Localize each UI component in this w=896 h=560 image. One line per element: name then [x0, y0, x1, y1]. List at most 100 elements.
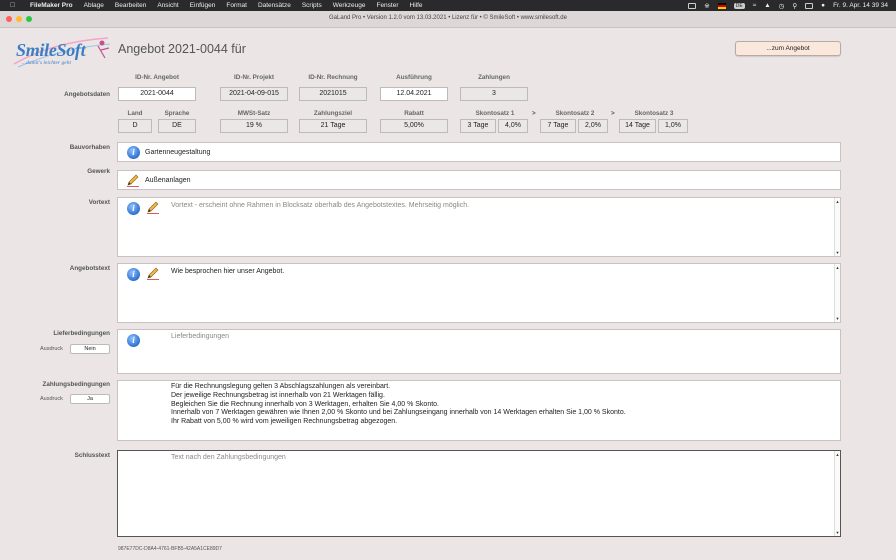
- lieferbedingungen-ausdruck-toggle[interactable]: Nein: [70, 344, 110, 354]
- zahlungsziel-field[interactable]: 21 Tage: [299, 119, 367, 133]
- smilesoft-logo: SmileSoft ...damit's leichter geht: [12, 34, 112, 70]
- header-id-angebot: ID-Nr. Angebot: [135, 74, 179, 81]
- angebotstext-label: Angebotstext: [69, 265, 110, 272]
- apple-menu-icon[interactable]: : [10, 2, 20, 9]
- header-ausfuehrung: Ausführung: [396, 74, 432, 81]
- record-id: 987E77DC-D8A4-4761-BFB5-42A5A1CE89D7: [118, 546, 222, 552]
- bauvorhaben-field[interactable]: i Gartenneugestaltung: [117, 142, 841, 162]
- angebotstext-scrollbar[interactable]: ▲ ▼: [834, 264, 840, 322]
- display-icon[interactable]: [688, 2, 697, 9]
- menu-app[interactable]: FileMaker Pro: [30, 2, 73, 9]
- menubar-status-area: ※ DE ≈ ▲ ◷ ⚲ ● Fr. 9. Apr. 14 39 34: [688, 0, 888, 11]
- page-title: Angebot 2021-0044 für: [118, 42, 246, 56]
- zahlungsbedingungen-ausdruck-toggle[interactable]: Ja: [70, 394, 110, 404]
- system-menubar:  FileMaker Pro Ablage Bearbeiten Ansich…: [0, 0, 896, 11]
- menubar-clock[interactable]: Fr. 9. Apr. 14 39 34: [833, 2, 888, 9]
- ausfuehrung-field[interactable]: 12.04.2021: [380, 87, 448, 101]
- scroll-down-icon[interactable]: ▼: [835, 250, 840, 255]
- zahlungsbedingungen-text: Für die Rechnungslegung gelten 3 Abschla…: [171, 383, 626, 427]
- angebotstext-field[interactable]: i Wie besprochen hier unser Angebot. ▲ ▼: [117, 263, 841, 323]
- vortext-scrollbar[interactable]: ▲ ▼: [834, 198, 840, 256]
- pencil-icon[interactable]: [146, 201, 160, 214]
- menu-ablage[interactable]: Ablage: [84, 2, 104, 9]
- skonto3-tage-field[interactable]: 14 Tage: [619, 119, 656, 133]
- header-zahlungen: Zahlungen: [478, 74, 510, 81]
- sprache-field[interactable]: DE: [158, 119, 196, 133]
- vortext-placeholder: Vortext - erscheint ohne Rahmen in Block…: [171, 202, 470, 209]
- skonto3-satz-field[interactable]: 1,0%: [658, 119, 688, 133]
- vortext-field[interactable]: i Vortext - erscheint ohne Rahmen in Blo…: [117, 197, 841, 257]
- zahlungsbedingungen-line: Ihr Rabatt von 5,00 % wird vom jeweilige…: [171, 418, 398, 426]
- info-icon[interactable]: i: [127, 202, 140, 215]
- layout-content: SmileSoft ...damit's leichter geht Angeb…: [0, 28, 896, 560]
- pencil-icon[interactable]: [146, 267, 160, 280]
- id-angebot-field[interactable]: 2021-0044: [118, 87, 196, 101]
- lieferbedingungen-label: Lieferbedingungen: [53, 330, 110, 337]
- german-flag-icon[interactable]: [717, 2, 726, 9]
- bluetooth-icon[interactable]: ※: [704, 2, 709, 10]
- menu-ansicht[interactable]: Ansicht: [157, 2, 178, 9]
- info-icon[interactable]: i: [127, 268, 140, 281]
- menu-format[interactable]: Format: [226, 2, 247, 9]
- angebotsdaten-label: Angebotsdaten: [64, 91, 110, 98]
- clock-icon[interactable]: ◷: [779, 2, 785, 10]
- menu-hilfe[interactable]: Hilfe: [410, 2, 423, 9]
- header-mwst: MWSt-Satz: [237, 110, 271, 117]
- lieferbedingungen-placeholder: Lieferbedingungen: [171, 333, 229, 340]
- menu-einfuegen[interactable]: Einfügen: [190, 2, 216, 9]
- scroll-up-icon[interactable]: ▲: [835, 452, 840, 457]
- pencil-icon[interactable]: [126, 174, 140, 187]
- header-id-rechnung: ID-Nr. Rechnung: [308, 74, 358, 81]
- info-icon[interactable]: i: [127, 146, 140, 159]
- scroll-down-icon[interactable]: ▼: [835, 530, 840, 535]
- lieferbedingungen-ausdruck-label: Ausdruck: [40, 346, 63, 352]
- header-id-projekt: ID-Nr. Projekt: [234, 74, 274, 81]
- header-skonto3: Skontosatz 3: [634, 110, 674, 117]
- zahlungsbedingungen-line: Der jeweilige Rechnungsbetrag ist innerh…: [171, 391, 385, 399]
- scroll-up-icon[interactable]: ▲: [835, 199, 840, 204]
- menu-datensaetze[interactable]: Datensätze: [258, 2, 291, 9]
- menu-fenster[interactable]: Fenster: [376, 2, 398, 9]
- upload-icon[interactable]: ▲: [764, 2, 770, 9]
- scroll-up-icon[interactable]: ▲: [835, 265, 840, 270]
- skonto2-satz-field[interactable]: 2,0%: [578, 119, 608, 133]
- scroll-down-icon[interactable]: ▼: [835, 316, 840, 321]
- zahlungsbedingungen-ausdruck-label: Ausdruck: [40, 396, 63, 402]
- rabatt-field[interactable]: 5,00%: [380, 119, 448, 133]
- gewerk-value: Außenanlagen: [145, 177, 191, 184]
- zahlungen-field[interactable]: 3: [460, 87, 528, 101]
- window-titlebar: GaLand Pro • Version 1.2.0 vom 13.03.202…: [0, 11, 896, 28]
- schlusstext-field[interactable]: Text nach den Zahlungsbedingungen ▲ ▼: [117, 450, 841, 537]
- skonto1-tage-field[interactable]: 3 Tage: [460, 119, 496, 133]
- id-projekt-field[interactable]: 2021-04-09-015: [220, 87, 288, 101]
- id-rechnung-field[interactable]: 2021015: [299, 87, 367, 101]
- lieferbedingungen-field[interactable]: i Lieferbedingungen: [117, 329, 841, 374]
- siri-icon[interactable]: ●: [821, 2, 825, 9]
- mwst-field[interactable]: 19 %: [220, 119, 288, 133]
- search-icon[interactable]: ⚲: [792, 2, 797, 10]
- menu-werkzeuge[interactable]: Werkzeuge: [333, 2, 366, 9]
- gewerk-label: Gewerk: [87, 168, 110, 175]
- window-title: GaLand Pro • Version 1.2.0 vom 13.03.202…: [329, 15, 567, 21]
- menu-bearbeiten[interactable]: Bearbeiten: [115, 2, 146, 9]
- info-icon[interactable]: i: [127, 334, 140, 347]
- logo-wordmark: SmileSoft: [16, 40, 86, 60]
- keyboard-layout-icon[interactable]: DE: [733, 2, 745, 9]
- skonto2-tage-field[interactable]: 7 Tage: [540, 119, 576, 133]
- zahlungsbedingungen-field[interactable]: Für die Rechnungslegung gelten 3 Abschla…: [117, 380, 841, 441]
- zum-angebot-button[interactable]: ...zum Angebot: [735, 41, 841, 56]
- separator-1: >: [532, 110, 536, 117]
- menu-scripts[interactable]: Scripts: [302, 2, 322, 9]
- header-skonto2: Skontosatz 2: [555, 110, 595, 117]
- control-center-icon[interactable]: [805, 2, 814, 9]
- vortext-label: Vortext: [88, 199, 110, 206]
- header-skonto1: Skontosatz 1: [475, 110, 515, 117]
- wifi-icon[interactable]: ≈: [753, 2, 757, 9]
- gewerk-field[interactable]: Außenanlagen: [117, 170, 841, 190]
- schlusstext-scrollbar[interactable]: ▲ ▼: [834, 451, 840, 536]
- header-sprache: Sprache: [164, 110, 190, 117]
- land-field[interactable]: D: [118, 119, 152, 133]
- schlusstext-placeholder: Text nach den Zahlungsbedingungen: [171, 454, 286, 461]
- header-rabatt: Rabatt: [404, 110, 424, 117]
- skonto1-satz-field[interactable]: 4,0%: [498, 119, 528, 133]
